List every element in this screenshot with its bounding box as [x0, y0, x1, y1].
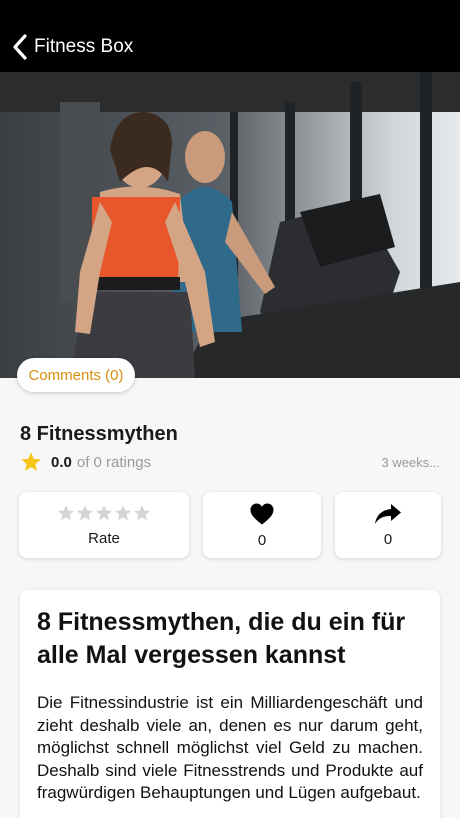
like-button[interactable]: 0: [203, 492, 321, 558]
rate-button[interactable]: Rate: [19, 492, 189, 558]
back-label: Fitness Box: [34, 36, 134, 57]
rating-count-text: of 0 ratings: [76, 453, 152, 471]
timestamp: 3 weeks...: [381, 454, 440, 470]
article-body: Die Fitnessindustrie ist ein Milliardeng…: [37, 693, 423, 802]
comments-button[interactable]: Comments (0): [17, 358, 135, 392]
article-title: 8 Fitnessmythen: [20, 423, 178, 445]
star-icon: [21, 452, 41, 471]
article-heading: 8 Fitnessmythen, die du ein für alle Mal…: [37, 608, 406, 669]
back-button[interactable]: Fitness Box: [12, 30, 133, 64]
star-empty-icon: [77, 504, 93, 520]
star-empty-icon: [58, 504, 74, 520]
like-count: 0: [257, 531, 267, 549]
article-content-card: 8 Fitnessmythen, die du ein für alle Mal…: [20, 590, 440, 818]
star-empty-icon: [115, 504, 131, 520]
share-arrow-icon: [375, 503, 401, 524]
empty-stars-rating[interactable]: [57, 504, 151, 522]
chevron-left-icon: [13, 34, 27, 60]
hero-image: [0, 72, 460, 378]
star-empty-icon: [96, 504, 112, 520]
rating-value: 0.0: [51, 453, 72, 471]
rate-label: Rate: [88, 529, 120, 547]
share-count: 0: [383, 530, 393, 548]
navigation-bar: Fitness Box: [0, 0, 460, 72]
star-empty-icon: [134, 504, 150, 520]
heart-icon: [250, 503, 274, 524]
share-button[interactable]: 0: [335, 492, 441, 558]
rating-row: 0.0 of 0 ratings 3 weeks...: [20, 450, 440, 474]
